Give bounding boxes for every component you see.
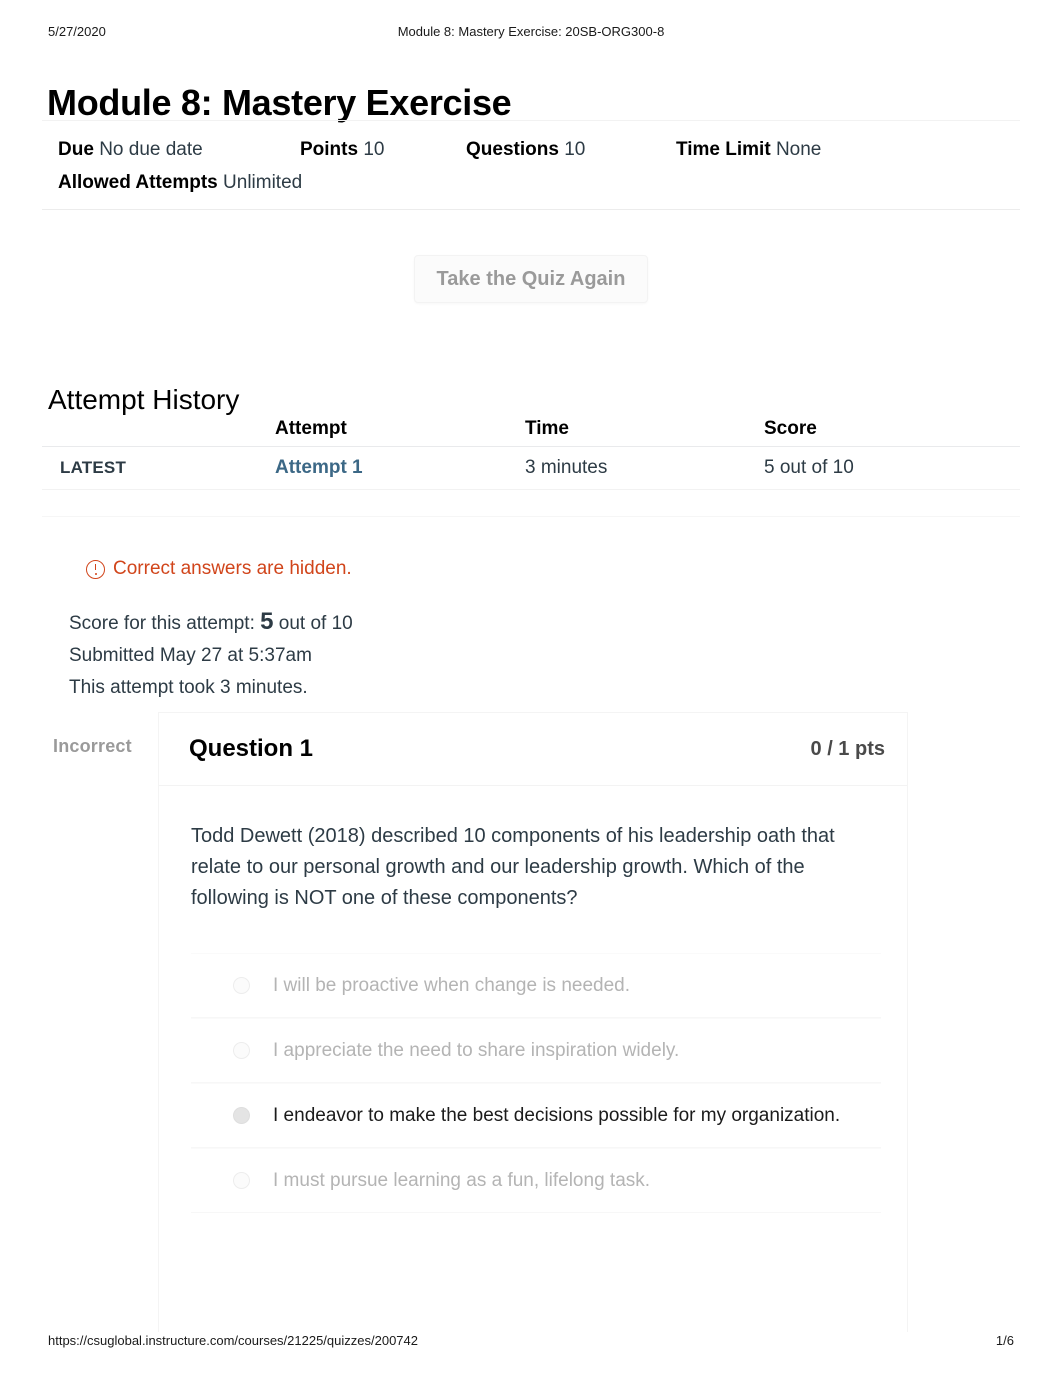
print-footer-url: https://csuglobal.instructure.com/course… bbox=[48, 1333, 418, 1348]
question-card: Question 1 0 / 1 pts Todd Dewett (2018) … bbox=[158, 712, 908, 1332]
question-name: Question 1 bbox=[189, 735, 314, 762]
alert-circle-icon bbox=[86, 559, 105, 579]
answer-option-label: I endeavor to make the best decisions po… bbox=[273, 1104, 841, 1126]
question-points: 0 / 1 pts bbox=[810, 737, 885, 760]
attempt-link[interactable]: Attempt 1 bbox=[275, 451, 363, 485]
hidden-answers-notice-text: Correct answers are hidden. bbox=[113, 558, 352, 579]
attempt-time: 3 minutes bbox=[525, 457, 608, 478]
radio-button-icon[interactable] bbox=[233, 1172, 250, 1189]
detail-due-value: No due date bbox=[99, 139, 203, 160]
question-text: Todd Dewett (2018) described 10 componen… bbox=[191, 825, 835, 909]
attempt-submitted-line: Submitted May 27 at 5:37am bbox=[69, 645, 312, 666]
detail-time-limit-value: None bbox=[775, 139, 822, 160]
detail-points-value: 10 bbox=[363, 139, 385, 160]
question-status-badge: Incorrect bbox=[53, 736, 132, 756]
detail-due-label: Due bbox=[58, 139, 94, 160]
attempt-score-suffix: out of 10 bbox=[278, 613, 353, 634]
column-header-time: Time bbox=[525, 418, 570, 439]
table-row: LATEST Attempt 1 3 minutes 5 out of 10 bbox=[42, 447, 1020, 490]
table-header-row: Attempt Time Score bbox=[42, 412, 1020, 447]
detail-allowed-attempts: Allowed Attempts Unlimited bbox=[58, 166, 302, 199]
retake-button-container: Take the Quiz Again bbox=[0, 255, 1062, 303]
column-header-score: Score bbox=[764, 418, 817, 439]
detail-due: Due No due date bbox=[58, 133, 203, 166]
radio-button-icon[interactable] bbox=[233, 977, 250, 994]
answer-option[interactable]: I appreciate the need to share inspirati… bbox=[191, 1018, 881, 1083]
hidden-answers-notice: Correct answers are hidden. bbox=[86, 556, 352, 582]
radio-button-icon[interactable] bbox=[233, 1042, 250, 1059]
answer-option-label: I will be proactive when change is neede… bbox=[273, 974, 631, 996]
answer-option-selected[interactable]: I endeavor to make the best decisions po… bbox=[191, 1083, 881, 1148]
detail-allowed-attempts-label: Allowed Attempts bbox=[58, 172, 218, 193]
attempt-duration-line: This attempt took 3 minutes. bbox=[69, 677, 308, 698]
column-header-attempt: Attempt bbox=[275, 418, 347, 439]
page-title: Module 8: Mastery Exercise bbox=[47, 82, 512, 124]
answer-option[interactable]: I will be proactive when change is neede… bbox=[191, 953, 881, 1018]
attempt-score-value: 5 bbox=[260, 608, 274, 635]
attempt-score-line: Score for this attempt: 5 out of 10 bbox=[69, 606, 353, 640]
radio-button-selected-icon[interactable] bbox=[233, 1107, 250, 1124]
detail-allowed-attempts-value: Unlimited bbox=[223, 172, 303, 193]
answer-list: I will be proactive when change is neede… bbox=[191, 953, 881, 1213]
print-footer: https://csuglobal.instructure.com/course… bbox=[48, 1333, 1014, 1349]
print-header: 5/27/2020 Module 8: Mastery Exercise: 20… bbox=[48, 24, 1014, 40]
attempt-latest-badge: LATEST bbox=[60, 458, 127, 477]
detail-points-label: Points bbox=[300, 139, 359, 160]
answer-option-label: I appreciate the need to share inspirati… bbox=[273, 1039, 680, 1061]
attempt-score-prefix: Score for this attempt: bbox=[69, 613, 255, 634]
attempt-history-table: Attempt Time Score LATEST Attempt 1 3 mi… bbox=[42, 412, 1020, 517]
take-quiz-again-button[interactable]: Take the Quiz Again bbox=[413, 255, 649, 303]
detail-questions-label: Questions bbox=[466, 139, 559, 160]
question-header: Question 1 0 / 1 pts bbox=[159, 713, 907, 786]
answer-option[interactable]: I must pursue learning as a fun, lifelon… bbox=[191, 1148, 881, 1213]
print-footer-page-number: 1/6 bbox=[995, 1333, 1014, 1348]
detail-points: Points 10 bbox=[300, 133, 384, 166]
detail-questions-value: 10 bbox=[564, 139, 586, 160]
detail-time-limit: Time Limit None bbox=[676, 133, 821, 166]
answer-option-label: I must pursue learning as a fun, lifelon… bbox=[273, 1169, 651, 1191]
quiz-details: Due No due date Points 10 Questions 10 T… bbox=[42, 120, 1020, 210]
quiz-results-page: 5/27/2020 Module 8: Mastery Exercise: 20… bbox=[0, 0, 1062, 1377]
print-page-title: Module 8: Mastery Exercise: 20SB-ORG300-… bbox=[397, 24, 665, 39]
attempt-score: 5 out of 10 bbox=[764, 457, 854, 478]
attempt-summary: Score for this attempt: 5 out of 10 Subm… bbox=[69, 606, 353, 704]
detail-questions: Questions 10 bbox=[466, 133, 585, 166]
detail-time-limit-label: Time Limit bbox=[676, 139, 771, 160]
table-bottom-spacer bbox=[42, 490, 1020, 517]
quiz-details-row-1: Due No due date Points 10 Questions 10 T… bbox=[42, 133, 1020, 166]
quiz-details-row-2: Allowed Attempts Unlimited bbox=[42, 166, 1020, 199]
